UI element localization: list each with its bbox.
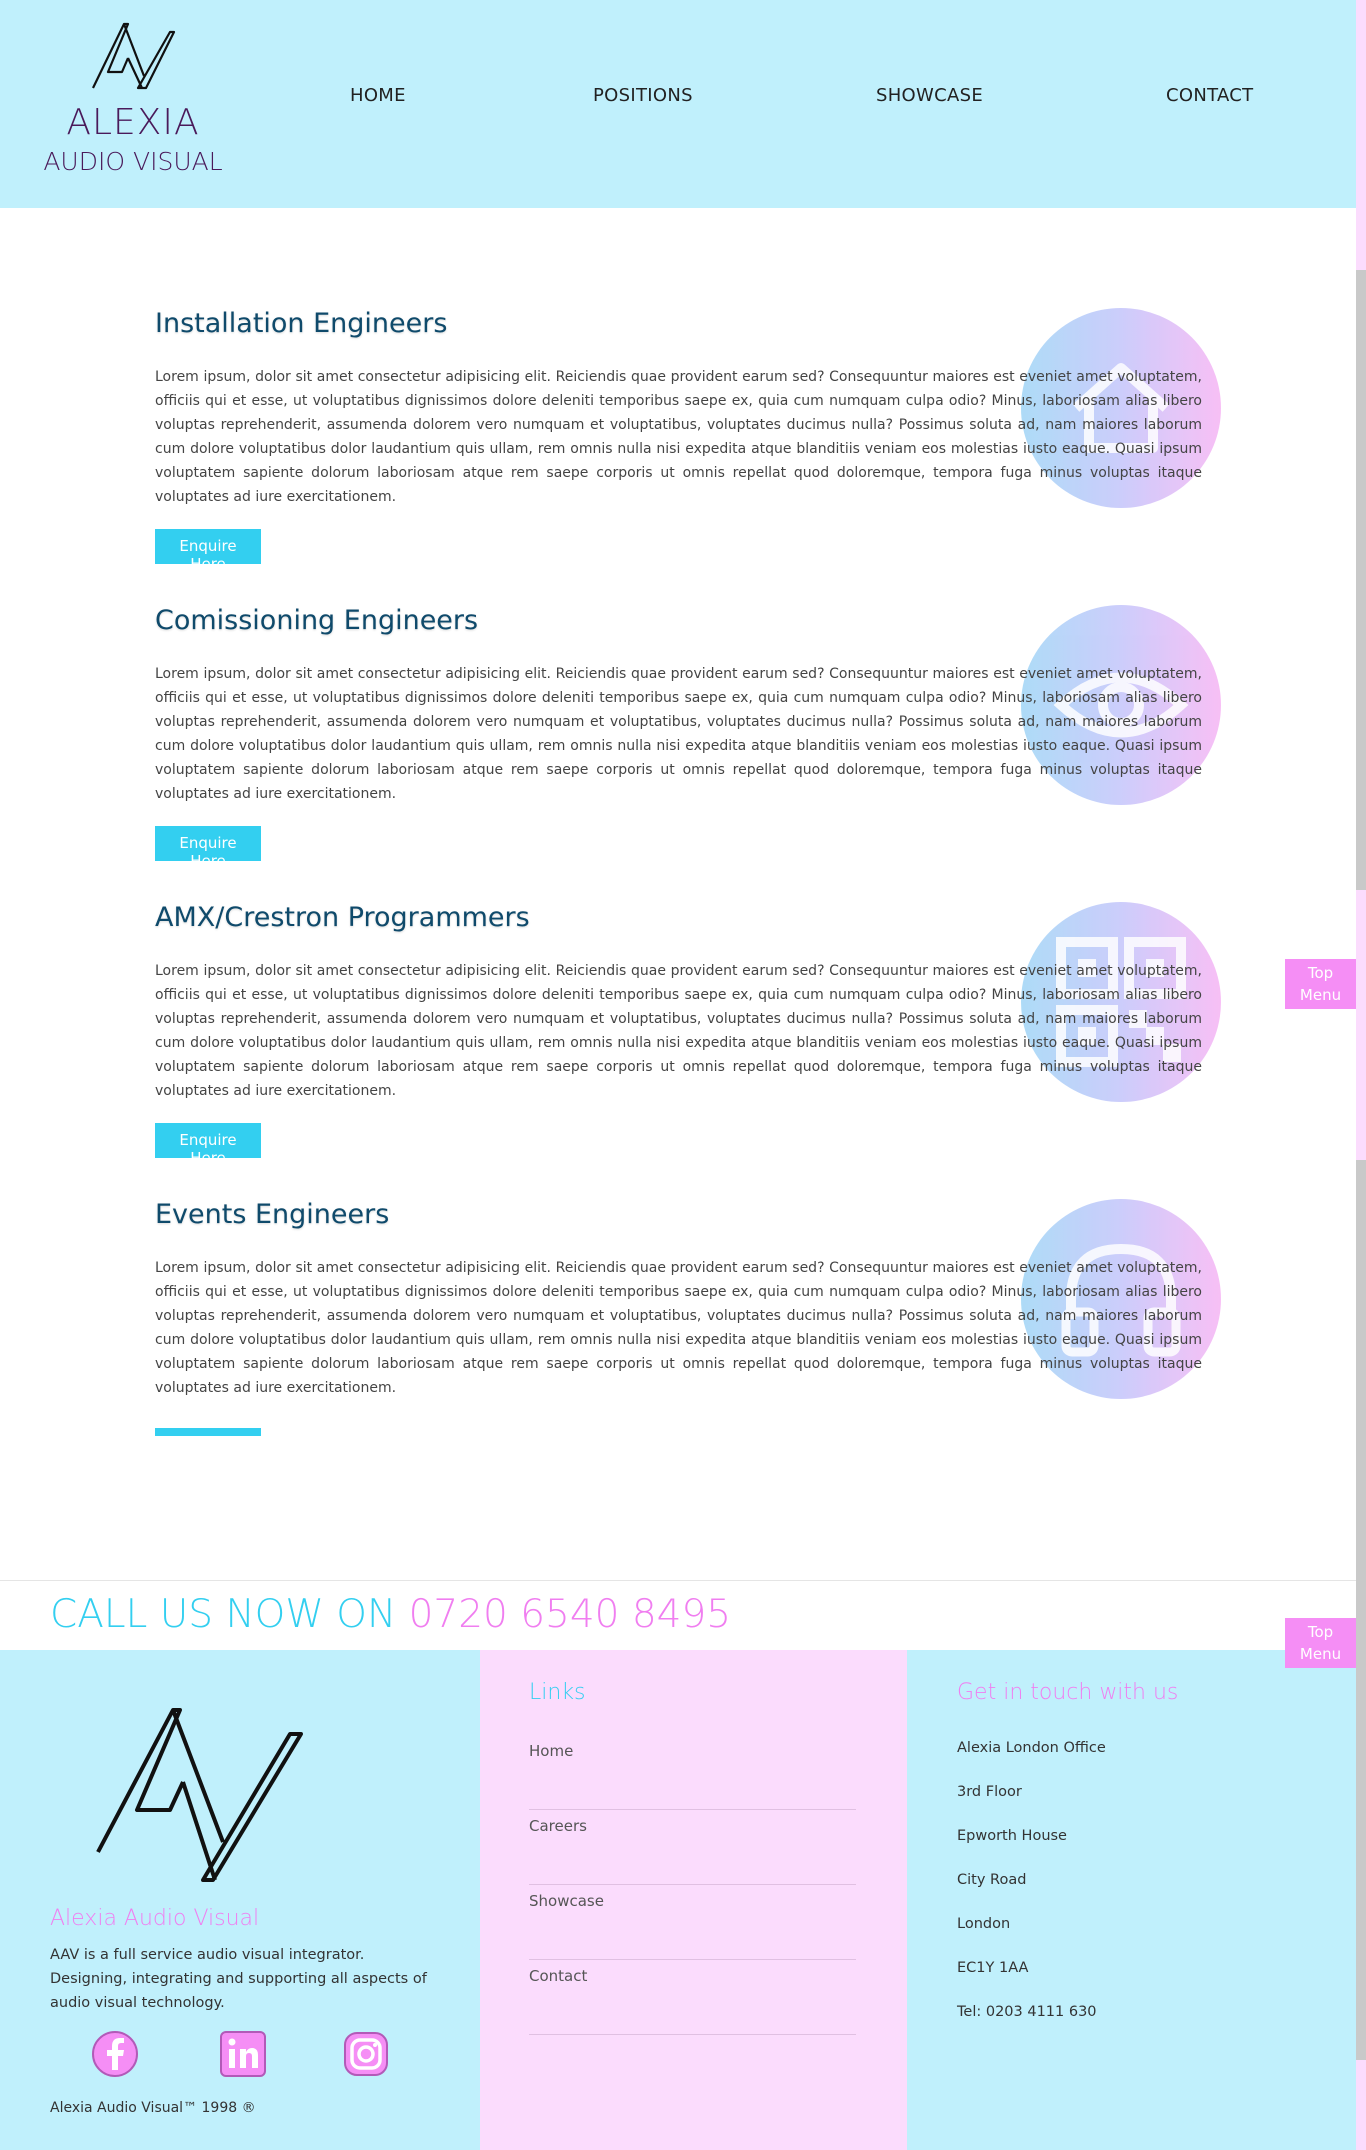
address-line: 3rd Floor <box>957 1784 1022 1800</box>
brand-subtitle: AUDIO VISUAL <box>43 147 223 176</box>
call-us-lead: CALL US NOW ON <box>50 1592 409 1637</box>
footer-link-home[interactable]: Home <box>529 1738 856 1810</box>
top-menu-button[interactable]: Top Menu <box>1285 959 1356 1009</box>
footer-description: AAV is a full service audio visual integ… <box>50 1947 427 2011</box>
facebook-icon[interactable] <box>91 2030 139 2078</box>
top-menu-label-1: Top <box>1307 964 1334 982</box>
top-menu-label-1: Top <box>1307 1623 1334 1641</box>
nav-showcase[interactable]: SHOWCASE <box>876 85 983 106</box>
footer-link-showcase[interactable]: Showcase <box>529 1888 856 1960</box>
footer-av-logo-icon <box>95 1702 307 1892</box>
nav-positions[interactable]: POSITIONS <box>593 85 693 106</box>
address-line: Alexia London Office <box>957 1740 1106 1756</box>
phone-number[interactable]: Tel: 0203 4111 630 <box>957 2004 1097 2020</box>
footer-links-column: Links Home Careers Showcase Contact <box>480 1650 907 2150</box>
footer-copyright: Alexia Audio Visual™ 1998 ® <box>50 2100 256 2116</box>
address-line: Epworth House <box>957 1828 1067 1844</box>
scrollbar-thumb[interactable] <box>1356 270 1366 890</box>
site-header: ALEXIA AUDIO VISUAL HOME POSITIONS SHOWC… <box>0 0 1356 208</box>
enquire-button[interactable] <box>155 1428 261 1436</box>
nav-home[interactable]: HOME <box>350 85 406 106</box>
position-description: Lorem ipsum, dolor sit amet consectetur … <box>155 666 1202 802</box>
footer-link-careers[interactable]: Careers <box>529 1813 856 1885</box>
footer-contact-column: Get in touch with us Alexia London Offic… <box>907 1650 1356 2150</box>
footer-links-heading: Links <box>529 1680 586 1705</box>
footer-contact-heading: Get in touch with us <box>957 1680 1179 1705</box>
top-menu-label-2: Menu <box>1299 986 1342 1004</box>
top-menu-label-2: Menu <box>1299 1645 1342 1663</box>
call-us-banner: CALL US NOW ON 0720 6540 8495 <box>50 1592 731 1637</box>
brand-name: ALEXIA <box>66 102 200 143</box>
address-line: EC1Y 1AA <box>957 1960 1029 1976</box>
position-description: Lorem ipsum, dolor sit amet consectetur … <box>155 369 1202 505</box>
address-line: City Road <box>957 1872 1027 1888</box>
enquire-button[interactable]: Enquire Here <box>155 1123 261 1167</box>
divider <box>0 1580 1356 1581</box>
nav-contact[interactable]: CONTACT <box>1166 85 1253 106</box>
top-menu-button[interactable]: Top Menu <box>1285 1618 1356 1668</box>
footer-brand-name: Alexia Audio Visual <box>50 1906 260 1931</box>
address-line: London <box>957 1916 1011 1932</box>
call-us-number[interactable]: 0720 6540 8495 <box>409 1592 732 1637</box>
av-logo-icon <box>92 22 176 90</box>
scrollbar-thumb-lower[interactable] <box>1356 1160 1366 2060</box>
position-description: Lorem ipsum, dolor sit amet consectetur … <box>155 1260 1202 1396</box>
enquire-button[interactable]: Enquire Here <box>155 529 261 573</box>
footer-link-contact[interactable]: Contact <box>529 1963 856 2035</box>
enquire-button[interactable]: Enquire Here <box>155 826 261 870</box>
linkedin-icon[interactable] <box>219 2030 267 2078</box>
instagram-icon[interactable] <box>342 2030 390 2078</box>
footer-brand-column: Alexia Audio Visual AAV is a full servic… <box>0 1650 480 2150</box>
position-description: Lorem ipsum, dolor sit amet consectetur … <box>155 963 1202 1099</box>
brand-logo[interactable]: ALEXIA AUDIO VISUAL <box>38 18 228 193</box>
